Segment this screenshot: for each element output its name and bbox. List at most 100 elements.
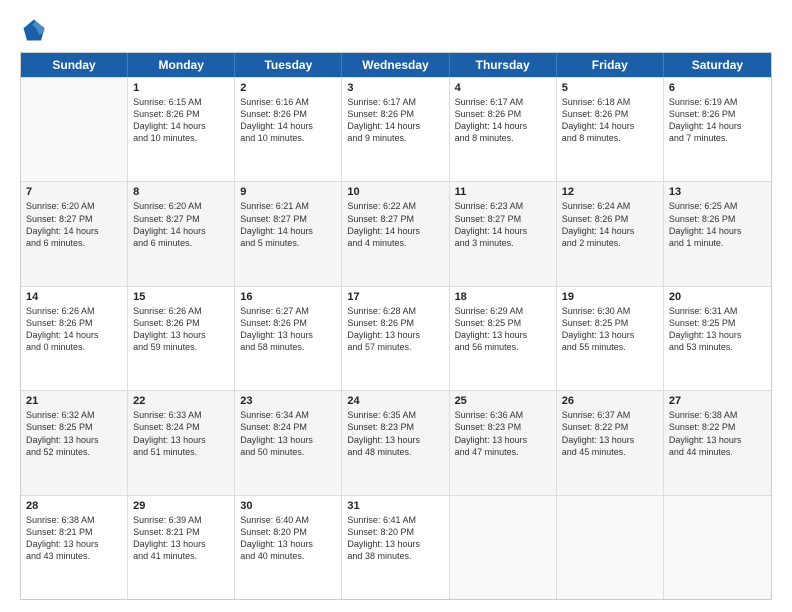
- cell-day-number: 7: [26, 186, 122, 198]
- calendar-body: 1 Sunrise: 6:15 AM Sunset: 8:26 PM Daylig…: [21, 77, 771, 599]
- cell-day-number: 27: [669, 395, 766, 407]
- cell-day-number: 23: [240, 395, 336, 407]
- header: [20, 16, 772, 44]
- cell-info-text: Sunrise: 6:30 AM Sunset: 8:25 PM Dayligh…: [562, 305, 658, 354]
- calendar-cell: 10 Sunrise: 6:22 AM Sunset: 8:27 PM Dayli…: [342, 182, 449, 285]
- calendar-cell: 26 Sunrise: 6:37 AM Sunset: 8:22 PM Dayli…: [557, 391, 664, 494]
- cell-info-text: Sunrise: 6:17 AM Sunset: 8:26 PM Dayligh…: [455, 96, 551, 145]
- cell-day-number: 3: [347, 82, 443, 94]
- cell-day-number: 19: [562, 291, 658, 303]
- calendar-cell: [557, 496, 664, 599]
- calendar-cell: 18 Sunrise: 6:29 AM Sunset: 8:25 PM Dayli…: [450, 287, 557, 390]
- cell-info-text: Sunrise: 6:23 AM Sunset: 8:27 PM Dayligh…: [455, 200, 551, 249]
- cell-info-text: Sunrise: 6:17 AM Sunset: 8:26 PM Dayligh…: [347, 96, 443, 145]
- header-day-monday: Monday: [128, 53, 235, 77]
- cell-day-number: 20: [669, 291, 766, 303]
- cell-info-text: Sunrise: 6:27 AM Sunset: 8:26 PM Dayligh…: [240, 305, 336, 354]
- calendar-cell: [21, 78, 128, 181]
- calendar-cell: 27 Sunrise: 6:38 AM Sunset: 8:22 PM Dayli…: [664, 391, 771, 494]
- calendar-cell: 8 Sunrise: 6:20 AM Sunset: 8:27 PM Daylig…: [128, 182, 235, 285]
- calendar-cell: 15Sunrise: 6:26 AM Sunset: 8:26 PM Dayli…: [128, 287, 235, 390]
- cell-info-text: Sunrise: 6:18 AM Sunset: 8:26 PM Dayligh…: [562, 96, 658, 145]
- calendar-cell: 25 Sunrise: 6:36 AM Sunset: 8:23 PM Dayli…: [450, 391, 557, 494]
- calendar-header-row: SundayMondayTuesdayWednesdayThursdayFrid…: [21, 53, 771, 77]
- cell-info-text: Sunrise: 6:38 AM Sunset: 8:22 PM Dayligh…: [669, 409, 766, 458]
- cell-day-number: 4: [455, 82, 551, 94]
- cell-info-text: Sunrise: 6:32 AM Sunset: 8:25 PM Dayligh…: [26, 409, 122, 458]
- cell-day-number: 21: [26, 395, 122, 407]
- cell-day-number: 28: [26, 500, 122, 512]
- calendar-cell: 4 Sunrise: 6:17 AM Sunset: 8:26 PM Daylig…: [450, 78, 557, 181]
- cell-info-text: Sunrise: 6:38 AM Sunset: 8:21 PM Dayligh…: [26, 514, 122, 563]
- cell-day-number: 25: [455, 395, 551, 407]
- calendar-cell: [664, 496, 771, 599]
- calendar-cell: 9 Sunrise: 6:21 AM Sunset: 8:27 PM Daylig…: [235, 182, 342, 285]
- calendar-cell: 2 Sunrise: 6:16 AM Sunset: 8:26 PM Daylig…: [235, 78, 342, 181]
- calendar-week-5: 28 Sunrise: 6:38 AM Sunset: 8:21 PM Dayli…: [21, 495, 771, 599]
- cell-info-text: Sunrise: 6:28 AM Sunset: 8:26 PM Dayligh…: [347, 305, 443, 354]
- cell-day-number: 2: [240, 82, 336, 94]
- cell-info-text: Sunrise: 6:16 AM Sunset: 8:26 PM Dayligh…: [240, 96, 336, 145]
- cell-day-number: 22: [133, 395, 229, 407]
- calendar-week-4: 21 Sunrise: 6:32 AM Sunset: 8:25 PM Dayli…: [21, 390, 771, 494]
- cell-info-text: Sunrise: 6:41 AM Sunset: 8:20 PM Dayligh…: [347, 514, 443, 563]
- cell-day-number: 18: [455, 291, 551, 303]
- calendar-cell: 1 Sunrise: 6:15 AM Sunset: 8:26 PM Daylig…: [128, 78, 235, 181]
- page: SundayMondayTuesdayWednesdayThursdayFrid…: [0, 0, 792, 612]
- header-day-wednesday: Wednesday: [342, 53, 449, 77]
- cell-day-number: 9: [240, 186, 336, 198]
- calendar-cell: 5 Sunrise: 6:18 AM Sunset: 8:26 PM Daylig…: [557, 78, 664, 181]
- calendar-cell: 14 Sunrise: 6:26 AM Sunset: 8:26 PM Dayli…: [21, 287, 128, 390]
- header-day-tuesday: Tuesday: [235, 53, 342, 77]
- cell-day-number: 24: [347, 395, 443, 407]
- calendar-cell: 31Sunrise: 6:41 AM Sunset: 8:20 PM Dayli…: [342, 496, 449, 599]
- calendar-cell: 7 Sunrise: 6:20 AM Sunset: 8:27 PM Daylig…: [21, 182, 128, 285]
- cell-day-number: 17: [347, 291, 443, 303]
- calendar-cell: 23 Sunrise: 6:34 AM Sunset: 8:24 PM Dayli…: [235, 391, 342, 494]
- cell-day-number: 6: [669, 82, 766, 94]
- cell-info-text: Sunrise: 6:20 AM Sunset: 8:27 PM Dayligh…: [133, 200, 229, 249]
- calendar-cell: 6Sunrise: 6:19 AM Sunset: 8:26 PM Daylig…: [664, 78, 771, 181]
- cell-info-text: Sunrise: 6:21 AM Sunset: 8:27 PM Dayligh…: [240, 200, 336, 249]
- cell-day-number: 29: [133, 500, 229, 512]
- calendar-week-2: 7 Sunrise: 6:20 AM Sunset: 8:27 PM Daylig…: [21, 181, 771, 285]
- calendar: SundayMondayTuesdayWednesdayThursdayFrid…: [20, 52, 772, 600]
- cell-day-number: 10: [347, 186, 443, 198]
- cell-day-number: 8: [133, 186, 229, 198]
- cell-day-number: 30: [240, 500, 336, 512]
- cell-info-text: Sunrise: 6:33 AM Sunset: 8:24 PM Dayligh…: [133, 409, 229, 458]
- calendar-cell: 12Sunrise: 6:24 AM Sunset: 8:26 PM Dayli…: [557, 182, 664, 285]
- calendar-cell: 28 Sunrise: 6:38 AM Sunset: 8:21 PM Dayli…: [21, 496, 128, 599]
- calendar-cell: 11 Sunrise: 6:23 AM Sunset: 8:27 PM Dayli…: [450, 182, 557, 285]
- cell-info-text: Sunrise: 6:29 AM Sunset: 8:25 PM Dayligh…: [455, 305, 551, 354]
- cell-info-text: Sunrise: 6:39 AM Sunset: 8:21 PM Dayligh…: [133, 514, 229, 563]
- cell-day-number: 13: [669, 186, 766, 198]
- cell-day-number: 11: [455, 186, 551, 198]
- calendar-cell: 13 Sunrise: 6:25 AM Sunset: 8:26 PM Dayli…: [664, 182, 771, 285]
- cell-day-number: 1: [133, 82, 229, 94]
- cell-info-text: Sunrise: 6:25 AM Sunset: 8:26 PM Dayligh…: [669, 200, 766, 249]
- calendar-cell: 29 Sunrise: 6:39 AM Sunset: 8:21 PM Dayli…: [128, 496, 235, 599]
- calendar-cell: 30 Sunrise: 6:40 AM Sunset: 8:20 PM Dayli…: [235, 496, 342, 599]
- cell-info-text: Sunrise: 6:26 AM Sunset: 8:26 PM Dayligh…: [26, 305, 122, 354]
- cell-info-text: Sunrise: 6:20 AM Sunset: 8:27 PM Dayligh…: [26, 200, 122, 249]
- cell-info-text: Sunrise: 6:37 AM Sunset: 8:22 PM Dayligh…: [562, 409, 658, 458]
- calendar-cell: 3 Sunrise: 6:17 AM Sunset: 8:26 PM Daylig…: [342, 78, 449, 181]
- calendar-cell: 24Sunrise: 6:35 AM Sunset: 8:23 PM Dayli…: [342, 391, 449, 494]
- cell-day-number: 14: [26, 291, 122, 303]
- logo: [20, 16, 52, 44]
- header-day-friday: Friday: [557, 53, 664, 77]
- cell-info-text: Sunrise: 6:15 AM Sunset: 8:26 PM Dayligh…: [133, 96, 229, 145]
- cell-info-text: Sunrise: 6:24 AM Sunset: 8:26 PM Dayligh…: [562, 200, 658, 249]
- cell-day-number: 16: [240, 291, 336, 303]
- logo-icon: [20, 16, 48, 44]
- calendar-cell: 21 Sunrise: 6:32 AM Sunset: 8:25 PM Dayli…: [21, 391, 128, 494]
- cell-info-text: Sunrise: 6:36 AM Sunset: 8:23 PM Dayligh…: [455, 409, 551, 458]
- calendar-cell: 20Sunrise: 6:31 AM Sunset: 8:25 PM Dayli…: [664, 287, 771, 390]
- cell-day-number: 5: [562, 82, 658, 94]
- calendar-cell: 16 Sunrise: 6:27 AM Sunset: 8:26 PM Dayli…: [235, 287, 342, 390]
- cell-day-number: 26: [562, 395, 658, 407]
- cell-info-text: Sunrise: 6:40 AM Sunset: 8:20 PM Dayligh…: [240, 514, 336, 563]
- cell-info-text: Sunrise: 6:34 AM Sunset: 8:24 PM Dayligh…: [240, 409, 336, 458]
- cell-info-text: Sunrise: 6:22 AM Sunset: 8:27 PM Dayligh…: [347, 200, 443, 249]
